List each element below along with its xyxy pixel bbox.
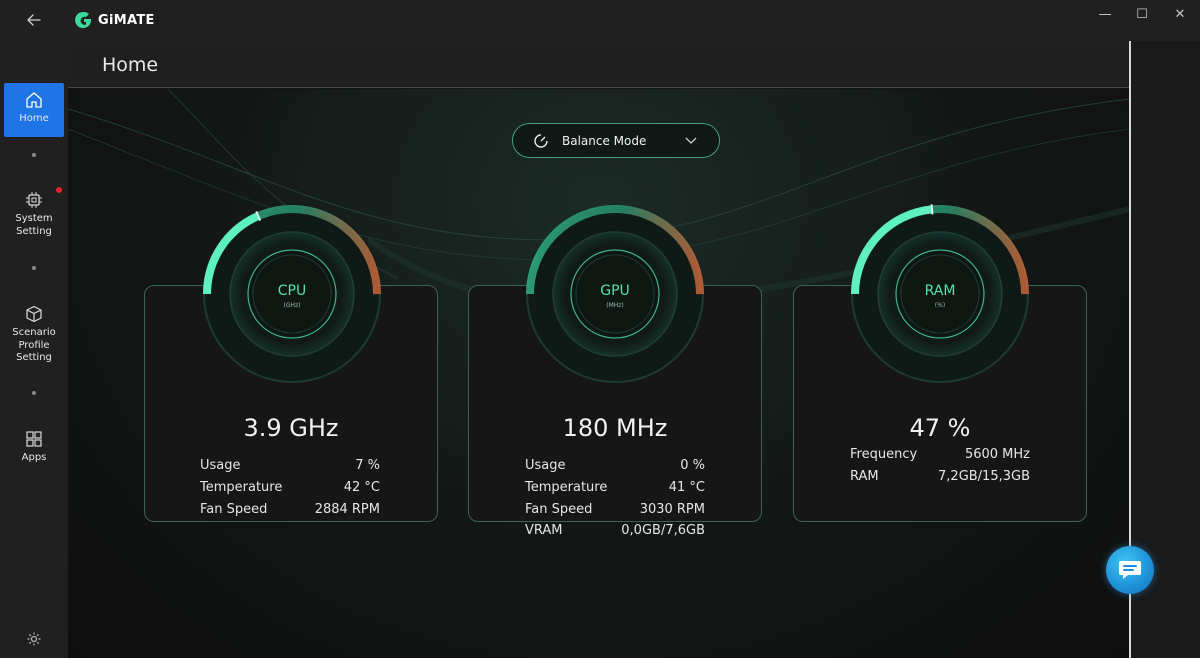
arrow-left-icon bbox=[27, 14, 41, 26]
minimize-button[interactable]: — bbox=[1090, 4, 1120, 24]
stat-value: 7,2GB/15,3GB bbox=[938, 469, 1030, 484]
maximize-button[interactable]: ☐ bbox=[1127, 4, 1157, 24]
close-button[interactable]: ✕ bbox=[1165, 4, 1195, 24]
maximize-icon: ☐ bbox=[1136, 6, 1148, 22]
ram-value: 47 % bbox=[909, 414, 971, 442]
gpu-gauge: GPU (MHz) bbox=[526, 205, 704, 383]
nav-separator-dot bbox=[32, 153, 36, 157]
stat-value: 7 % bbox=[355, 458, 380, 473]
sidebar-item-label: Scenario Profile Setting bbox=[12, 327, 56, 363]
ram-stat-row: RAM 7,2GB/15,3GB bbox=[850, 469, 1030, 489]
stat-label: Temperature bbox=[525, 480, 608, 495]
dashboard: Balance Mode CPU (GHz) 3.9 GHz Usage 7 % bbox=[68, 89, 1130, 658]
cube-icon bbox=[26, 305, 42, 323]
sidebar-item-system-setting[interactable]: System Setting bbox=[4, 191, 64, 247]
stat-value: 0,0GB/7,6GB bbox=[621, 523, 705, 538]
cpu-stat-row: Fan Speed 2884 RPM bbox=[200, 502, 380, 522]
chevron-down-icon bbox=[685, 137, 697, 144]
gpu-stat-row: Temperature 41 °C bbox=[525, 480, 705, 500]
stat-label: Temperature bbox=[200, 480, 283, 495]
stat-label: Fan Speed bbox=[525, 502, 593, 517]
chat-bubble-icon bbox=[1119, 561, 1141, 579]
gauge-unit: (%) bbox=[935, 302, 945, 309]
gauge-unit: (MHz) bbox=[606, 302, 624, 309]
home-icon bbox=[26, 92, 42, 108]
stat-label: RAM bbox=[850, 469, 879, 484]
sidebar-item-label: Apps bbox=[21, 452, 47, 463]
sidebar-item-label: System Setting bbox=[15, 213, 53, 237]
mode-selector[interactable]: Balance Mode bbox=[512, 123, 720, 158]
gpu-stat-row: VRAM 0,0GB/7,6GB bbox=[525, 523, 705, 543]
cpu-stat-row: Temperature 42 °C bbox=[200, 480, 380, 500]
ram-gauge: RAM (%) bbox=[851, 204, 1029, 383]
app-title: GiMATE bbox=[98, 13, 155, 28]
gauge-marker bbox=[930, 204, 934, 215]
stat-label: Usage bbox=[525, 458, 566, 473]
chip-icon bbox=[26, 192, 42, 208]
gauge-name: CPU bbox=[278, 283, 306, 299]
sidebar-item-home[interactable]: Home bbox=[4, 83, 64, 137]
stat-label: Fan Speed bbox=[200, 502, 268, 517]
chat-button[interactable] bbox=[1106, 546, 1154, 594]
stat-label: VRAM bbox=[525, 523, 563, 538]
gauge-name: GPU bbox=[600, 283, 630, 299]
sidebar-item-apps[interactable]: Apps bbox=[4, 430, 64, 470]
stat-value: 42 °C bbox=[343, 480, 380, 495]
title-bar: GiMATE — ☐ ✕ bbox=[0, 0, 1200, 41]
cpu-value: 3.9 GHz bbox=[243, 414, 339, 442]
stat-label: Usage bbox=[200, 458, 241, 473]
gpu-stat-row: Usage 0 % bbox=[525, 458, 705, 478]
stat-value: 41 °C bbox=[668, 480, 705, 495]
back-button[interactable] bbox=[22, 8, 46, 32]
gimate-logo-icon bbox=[75, 11, 91, 28]
stat-value: 5600 MHz bbox=[964, 447, 1030, 462]
cpu-gauge: CPU (GHz) bbox=[203, 205, 381, 383]
balance-mode-icon bbox=[534, 134, 548, 148]
gauge-unit: (GHz) bbox=[284, 302, 301, 309]
gauge-name: RAM bbox=[925, 283, 956, 299]
page-title: Home bbox=[102, 54, 159, 76]
stat-value: 3030 RPM bbox=[639, 502, 705, 517]
mode-selected-label: Balance Mode bbox=[562, 134, 647, 148]
stat-value: 2884 RPM bbox=[314, 502, 380, 517]
settings-gear-icon[interactable] bbox=[26, 631, 42, 647]
page-header: Home bbox=[68, 41, 1130, 88]
ram-stat-row: Frequency 5600 MHz bbox=[850, 447, 1030, 467]
sidebar: Home System Setting Scenario Profile Set… bbox=[0, 41, 68, 658]
sidebar-item-scenario-profile[interactable]: Scenario Profile Setting bbox=[4, 305, 64, 371]
gpu-value: 180 MHz bbox=[562, 414, 668, 442]
nav-separator-dot bbox=[32, 266, 36, 270]
notification-badge bbox=[56, 187, 62, 193]
cpu-stat-row: Usage 7 % bbox=[200, 458, 380, 478]
main-panel: Home Balance Mode CPU (GHz) 3.9 GHz Usag… bbox=[68, 41, 1130, 658]
minimize-icon: — bbox=[1098, 6, 1112, 22]
gpu-stat-row: Fan Speed 3030 RPM bbox=[525, 502, 705, 522]
nav-separator-dot bbox=[32, 391, 36, 395]
stat-value: 0 % bbox=[680, 458, 705, 473]
close-icon: ✕ bbox=[1174, 6, 1186, 22]
stat-label: Frequency bbox=[850, 447, 918, 462]
apps-grid-icon bbox=[26, 431, 42, 447]
sidebar-item-label: Home bbox=[19, 113, 49, 124]
